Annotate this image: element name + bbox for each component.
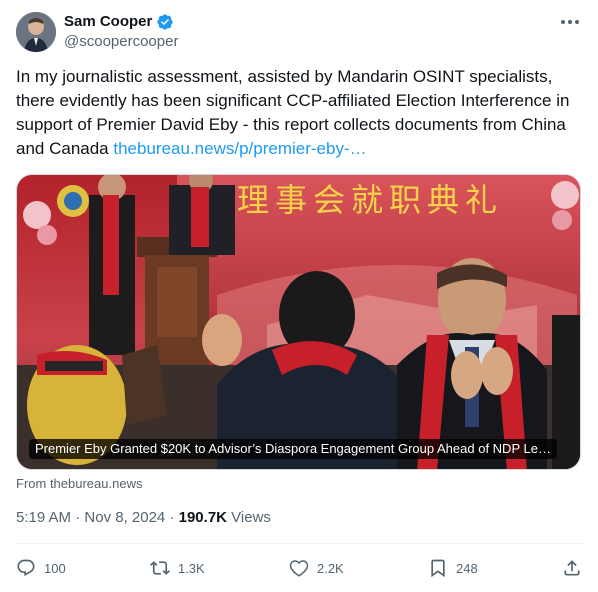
avatar[interactable] — [16, 12, 56, 52]
action-bar: 100 1.3K 2.2K 248 — [16, 555, 582, 581]
reply-button[interactable]: 100 — [16, 558, 66, 578]
tweet-text: In my journalistic assessment, assisted … — [16, 65, 582, 161]
link-card[interactable]: 理事会就职典礼 Premier Eby Granted $20K to Advi… — [16, 174, 581, 470]
share-icon — [564, 560, 580, 576]
divider — [16, 543, 582, 544]
bookmark-icon — [431, 559, 445, 578]
repost-icon — [150, 561, 170, 575]
share-button[interactable] — [562, 558, 582, 578]
tweet-link[interactable]: thebureau.news/p/premier-eby-… — [113, 139, 366, 158]
like-count: 2.2K — [316, 560, 344, 576]
like-button[interactable]: 2.2K — [289, 558, 344, 578]
card-banner-text: 理事会就职典礼 — [237, 181, 503, 219]
views-count: 190.7K — [178, 509, 227, 526]
card-headline: Premier Eby Granted $20K to Advisor’s Di… — [29, 439, 557, 459]
display-name[interactable]: Sam Cooper — [64, 12, 152, 32]
repost-button[interactable]: 1.3K — [150, 558, 205, 578]
bookmark-button[interactable]: 248 — [428, 558, 478, 578]
meta-separator: · — [169, 509, 175, 526]
card-source[interactable]: From thebureau.news — [16, 476, 142, 491]
author-name-row: Sam Cooper — [64, 12, 174, 32]
views-label: Views — [231, 509, 271, 526]
reply-icon — [17, 559, 35, 577]
repost-count: 1.3K — [177, 560, 205, 576]
tweet-date[interactable]: Nov 8, 2024 — [84, 509, 165, 526]
handle[interactable]: @scoopercooper — [64, 33, 178, 51]
verified-badge-icon — [157, 14, 174, 30]
like-icon — [289, 560, 309, 577]
meta-separator: · — [75, 509, 81, 526]
reply-count: 100 — [44, 560, 66, 576]
card-image: 理事会就职典礼 — [17, 175, 580, 469]
tweet-time[interactable]: 5:19 AM — [16, 509, 71, 526]
tweet-meta: 5:19 AM · Nov 8, 2024 · 190.7K Views — [16, 508, 271, 528]
bookmark-count: 248 — [456, 560, 478, 576]
more-icon[interactable] — [558, 12, 582, 32]
